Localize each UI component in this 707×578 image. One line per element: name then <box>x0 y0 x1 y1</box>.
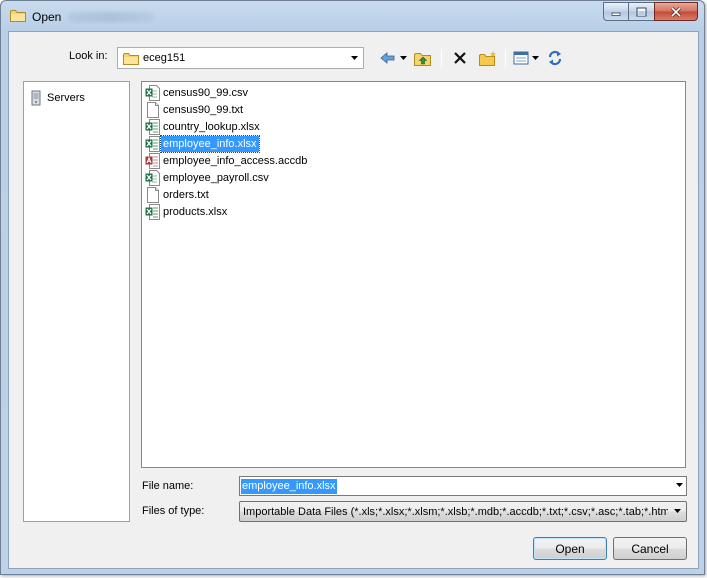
open-dialog: Open Look in: eceg151 Servers census90_9… <box>0 0 705 575</box>
maximize-button[interactable] <box>628 2 655 21</box>
folder-icon <box>123 53 139 65</box>
up-folder-button[interactable] <box>412 49 432 67</box>
back-arrow-icon <box>380 52 407 64</box>
views-button[interactable] <box>512 49 542 67</box>
close-button[interactable] <box>654 2 698 21</box>
file-name: employee_info_access.accdb <box>163 155 308 167</box>
file-name: census90_99.csv <box>163 87 248 99</box>
text-file-icon <box>147 187 159 203</box>
filetype-value: Importable Data Files (*.xls;*.xlsx;*.xl… <box>243 506 668 518</box>
delete-x-icon <box>454 52 466 64</box>
caption-buttons <box>603 2 698 22</box>
filetype-dropdown[interactable]: Importable Data Files (*.xls;*.xlsx;*.xl… <box>239 501 687 522</box>
refresh-button[interactable] <box>545 49 565 67</box>
toolbar-separator <box>505 49 506 67</box>
close-icon <box>670 6 682 17</box>
file-list[interactable]: census90_99.csv census90_99.txt country_… <box>141 81 686 468</box>
views-icon <box>513 51 539 65</box>
file-name: orders.txt <box>163 189 209 201</box>
chevron-down-icon <box>351 56 358 60</box>
excel-icon <box>145 136 160 152</box>
open-button[interactable]: Open <box>533 537 607 560</box>
file-name: products.xlsx <box>163 206 228 218</box>
dialog-title: Open <box>32 10 62 24</box>
excel-icon <box>145 119 160 135</box>
filename-combo[interactable]: employee_info.xlsx <box>239 476 687 496</box>
file-name: employee_payroll.csv <box>163 172 269 184</box>
minimize-button[interactable] <box>603 2 629 21</box>
file-name: country_lookup.xlsx <box>163 121 260 133</box>
minimize-icon <box>611 12 621 16</box>
back-button[interactable] <box>379 49 409 67</box>
places-bar: Servers <box>23 81 130 522</box>
title-bar[interactable]: Open <box>1 1 704 31</box>
dialog-body: Look in: eceg151 Servers census90_99.csv… <box>8 31 699 569</box>
filetype-label: Files of type: <box>142 505 205 517</box>
excel-csv-icon <box>145 170 160 186</box>
excel-icon <box>145 204 160 220</box>
file-name: employee_info.xlsx <box>160 135 260 153</box>
chevron-down-icon <box>674 509 681 513</box>
lookin-label: Look in: <box>69 50 108 62</box>
lookin-dropdown[interactable]: eceg151 <box>117 47 364 69</box>
place-label: Servers <box>47 92 85 104</box>
cancel-button[interactable]: Cancel <box>613 537 687 560</box>
up-folder-icon <box>413 52 431 66</box>
lookin-value: eceg151 <box>143 52 186 64</box>
excel-csv-icon <box>145 85 160 101</box>
chevron-down-icon[interactable] <box>676 483 683 487</box>
file-name: census90_99.txt <box>163 104 244 116</box>
new-folder-button[interactable] <box>478 49 498 67</box>
text-file-icon <box>147 102 159 118</box>
delete-button[interactable] <box>451 49 469 67</box>
blurred-title-text <box>68 12 154 22</box>
new-folder-icon <box>479 50 496 66</box>
filename-label: File name: <box>142 480 194 492</box>
toolbar-separator <box>441 49 442 67</box>
access-icon <box>145 153 160 169</box>
folder-icon <box>10 10 26 22</box>
filename-input[interactable]: employee_info.xlsx <box>241 479 337 494</box>
server-icon <box>31 90 41 106</box>
maximize-icon <box>636 7 647 16</box>
refresh-icon <box>548 50 562 66</box>
